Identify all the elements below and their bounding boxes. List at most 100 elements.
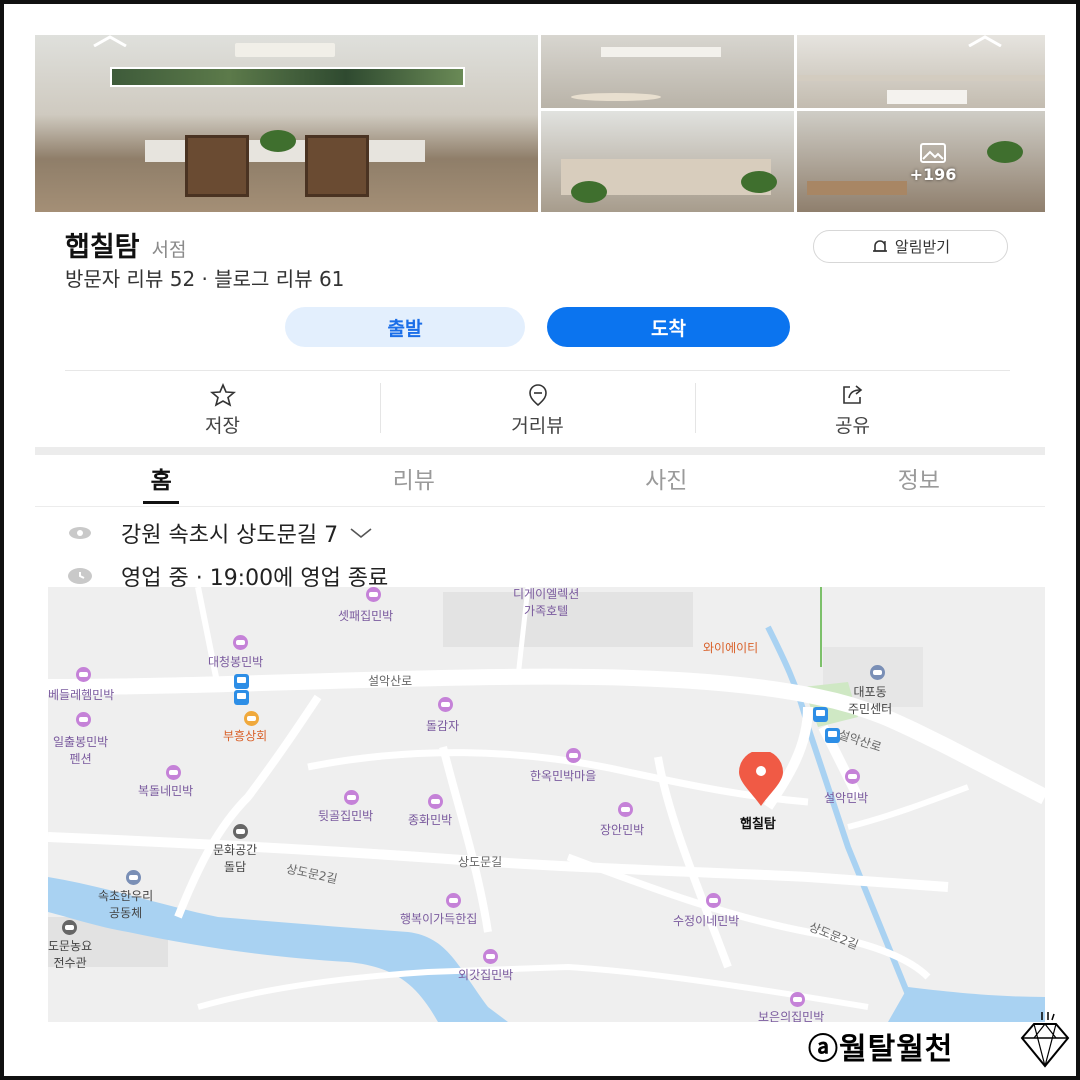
address-row[interactable]: 강원 속초시 상도문길 7 <box>65 517 374 549</box>
poi-icon <box>366 587 381 602</box>
map-label-munhwa[interactable]: 문화공간 돌담 <box>213 841 257 875</box>
map-label-dwitgol[interactable]: 뒷골집민박 <box>318 807 373 824</box>
place-category: 서점 <box>151 239 187 261</box>
map-label-sokcho[interactable]: 속초한우리 공동체 <box>98 887 153 921</box>
map-label-dolgamja[interactable]: 돌감자 <box>426 717 459 734</box>
map-canvas[interactable] <box>48 587 1045 1022</box>
photo-shelf <box>601 47 721 57</box>
photo-lamp <box>235 43 335 57</box>
poi-icon <box>344 790 359 805</box>
action-bar: 저장 거리뷰 공유 <box>65 370 1010 442</box>
review-summary[interactable]: 방문자 리뷰 52 · 블로그 리뷰 61 <box>65 263 344 292</box>
poi-icon <box>76 712 91 727</box>
poi-icon <box>438 697 453 712</box>
watermark-text: ⓐ월탈월천 <box>808 1032 954 1067</box>
street-view-icon <box>528 384 547 407</box>
location-marker-icon[interactable] <box>736 752 786 808</box>
map-label-seorak-minbak[interactable]: 설악민박 <box>824 789 868 806</box>
map-label-hotel[interactable]: 디게이엘렉션 가족호텔 <box>513 587 579 619</box>
bus-stop-icon[interactable] <box>234 674 249 689</box>
photo-table <box>807 181 907 195</box>
map-pin-label[interactable]: 햅칠탐 <box>740 813 776 832</box>
save-action[interactable]: 저장 <box>65 371 380 442</box>
start-button[interactable]: 출발 <box>285 307 525 347</box>
chevron-up-icon <box>968 35 1002 47</box>
poi-icon <box>845 769 860 784</box>
map-label-waiei[interactable]: 와이에이티 <box>703 639 758 656</box>
map-label-jangan[interactable]: 장안민박 <box>600 821 644 838</box>
star-icon <box>209 383 236 407</box>
photo-table <box>571 93 661 101</box>
chevron-down-icon[interactable] <box>348 526 374 540</box>
poi-icon <box>566 748 581 763</box>
map-label-daepo[interactable]: 대포동 주민센터 <box>848 683 892 717</box>
place-name: 햅칠탐 <box>65 232 140 263</box>
tab-bar: 홈 리뷰 사진 정보 <box>35 455 1045 507</box>
image-icon <box>920 143 946 163</box>
map-label-nongyo[interactable]: 도문농요 전수관 <box>48 937 92 971</box>
photo-window <box>110 67 465 87</box>
chevron-up-icon <box>93 35 127 47</box>
poi-icon <box>428 794 443 809</box>
place-card: +196 햅칠탐 서점 알림받기 방문자 리뷰 52 · 블로그 리뷰 61 출… <box>35 35 1045 591</box>
clock-icon <box>68 568 92 584</box>
share-icon <box>842 385 862 404</box>
poi-icon <box>618 802 633 817</box>
map-label-sepae[interactable]: 셋패집민박 <box>338 607 393 624</box>
photo-count-label: +196 <box>909 165 957 184</box>
map-label-haengbok[interactable]: 행복이가득한집 <box>400 910 477 927</box>
org-icon <box>126 870 141 885</box>
photo-plant <box>741 171 777 193</box>
map-label-daecheong[interactable]: 대청봉민박 <box>208 653 263 670</box>
photo-plant <box>260 130 296 152</box>
store-icon <box>244 711 259 726</box>
alert-button[interactable]: 알림받기 <box>813 230 1008 263</box>
save-label: 저장 <box>205 415 240 437</box>
tab-info[interactable]: 정보 <box>793 455 1046 506</box>
poi-icon <box>790 992 805 1007</box>
photo-plant <box>571 181 607 203</box>
bus-stop-icon[interactable] <box>813 707 828 722</box>
arrive-button[interactable]: 도착 <box>547 307 790 347</box>
photo-counter <box>797 75 1045 81</box>
map-label-seorak-road: 설악산로 <box>368 674 413 688</box>
photo-counter <box>887 90 967 104</box>
poi-icon <box>76 667 91 682</box>
photo-count-badge[interactable]: +196 <box>893 143 973 184</box>
street-view-action[interactable]: 거리뷰 <box>380 371 695 442</box>
photo-main[interactable] <box>35 35 538 212</box>
photo-thumb-2[interactable] <box>797 35 1045 108</box>
location-pin-icon <box>69 527 91 539</box>
map-label-ilchul[interactable]: 일출봉민박 펜션 <box>53 733 108 767</box>
share-label: 공유 <box>835 415 870 437</box>
map-label-bokdol[interactable]: 복돌네민박 <box>138 782 193 799</box>
photo-plant <box>987 141 1023 163</box>
share-action[interactable]: 공유 <box>695 371 1010 442</box>
map-label-buheung[interactable]: 부흥상회 <box>223 727 267 744</box>
tab-reviews[interactable]: 리뷰 <box>288 455 541 506</box>
bus-stop-icon[interactable] <box>234 690 249 705</box>
photo-thumb-1[interactable] <box>541 35 794 108</box>
map-label-sujeong[interactable]: 수정이네민박 <box>673 912 739 929</box>
photo-chair <box>305 135 369 197</box>
map-label-boeun[interactable]: 보은의집민박 <box>758 1008 824 1022</box>
title-row: 햅칠탐 서점 <box>65 225 187 265</box>
tab-home[interactable]: 홈 <box>35 455 288 506</box>
tab-photos[interactable]: 사진 <box>540 455 793 506</box>
bell-plus-icon <box>872 239 887 252</box>
photo-thumb-3[interactable] <box>541 111 794 212</box>
diamond-logo-icon <box>1020 1012 1070 1068</box>
alert-label: 알림받기 <box>894 238 951 256</box>
map-label-hwailhalla[interactable]: 베들레헴민박 <box>48 686 114 703</box>
photo-gallery[interactable]: +196 <box>35 35 1045 212</box>
poi-icon <box>233 635 248 650</box>
map-label-hanok[interactable]: 한옥민박마을 <box>530 767 596 784</box>
map-label-sangdomun: 상도문길 <box>458 855 503 869</box>
street-view-label: 거리뷰 <box>511 415 564 437</box>
map-view[interactable]: 디게이엘렉션 가족호텔 셋패집민박 와이에이티 대청봉민박 베들레헴민박 설악산로… <box>48 587 1045 1022</box>
gov-office-icon <box>870 665 885 680</box>
map-label-oegat[interactable]: 외갓집민박 <box>458 966 513 983</box>
poi-icon <box>446 893 461 908</box>
culture-icon <box>233 824 248 839</box>
map-label-jonghwa[interactable]: 종화민박 <box>408 811 452 828</box>
